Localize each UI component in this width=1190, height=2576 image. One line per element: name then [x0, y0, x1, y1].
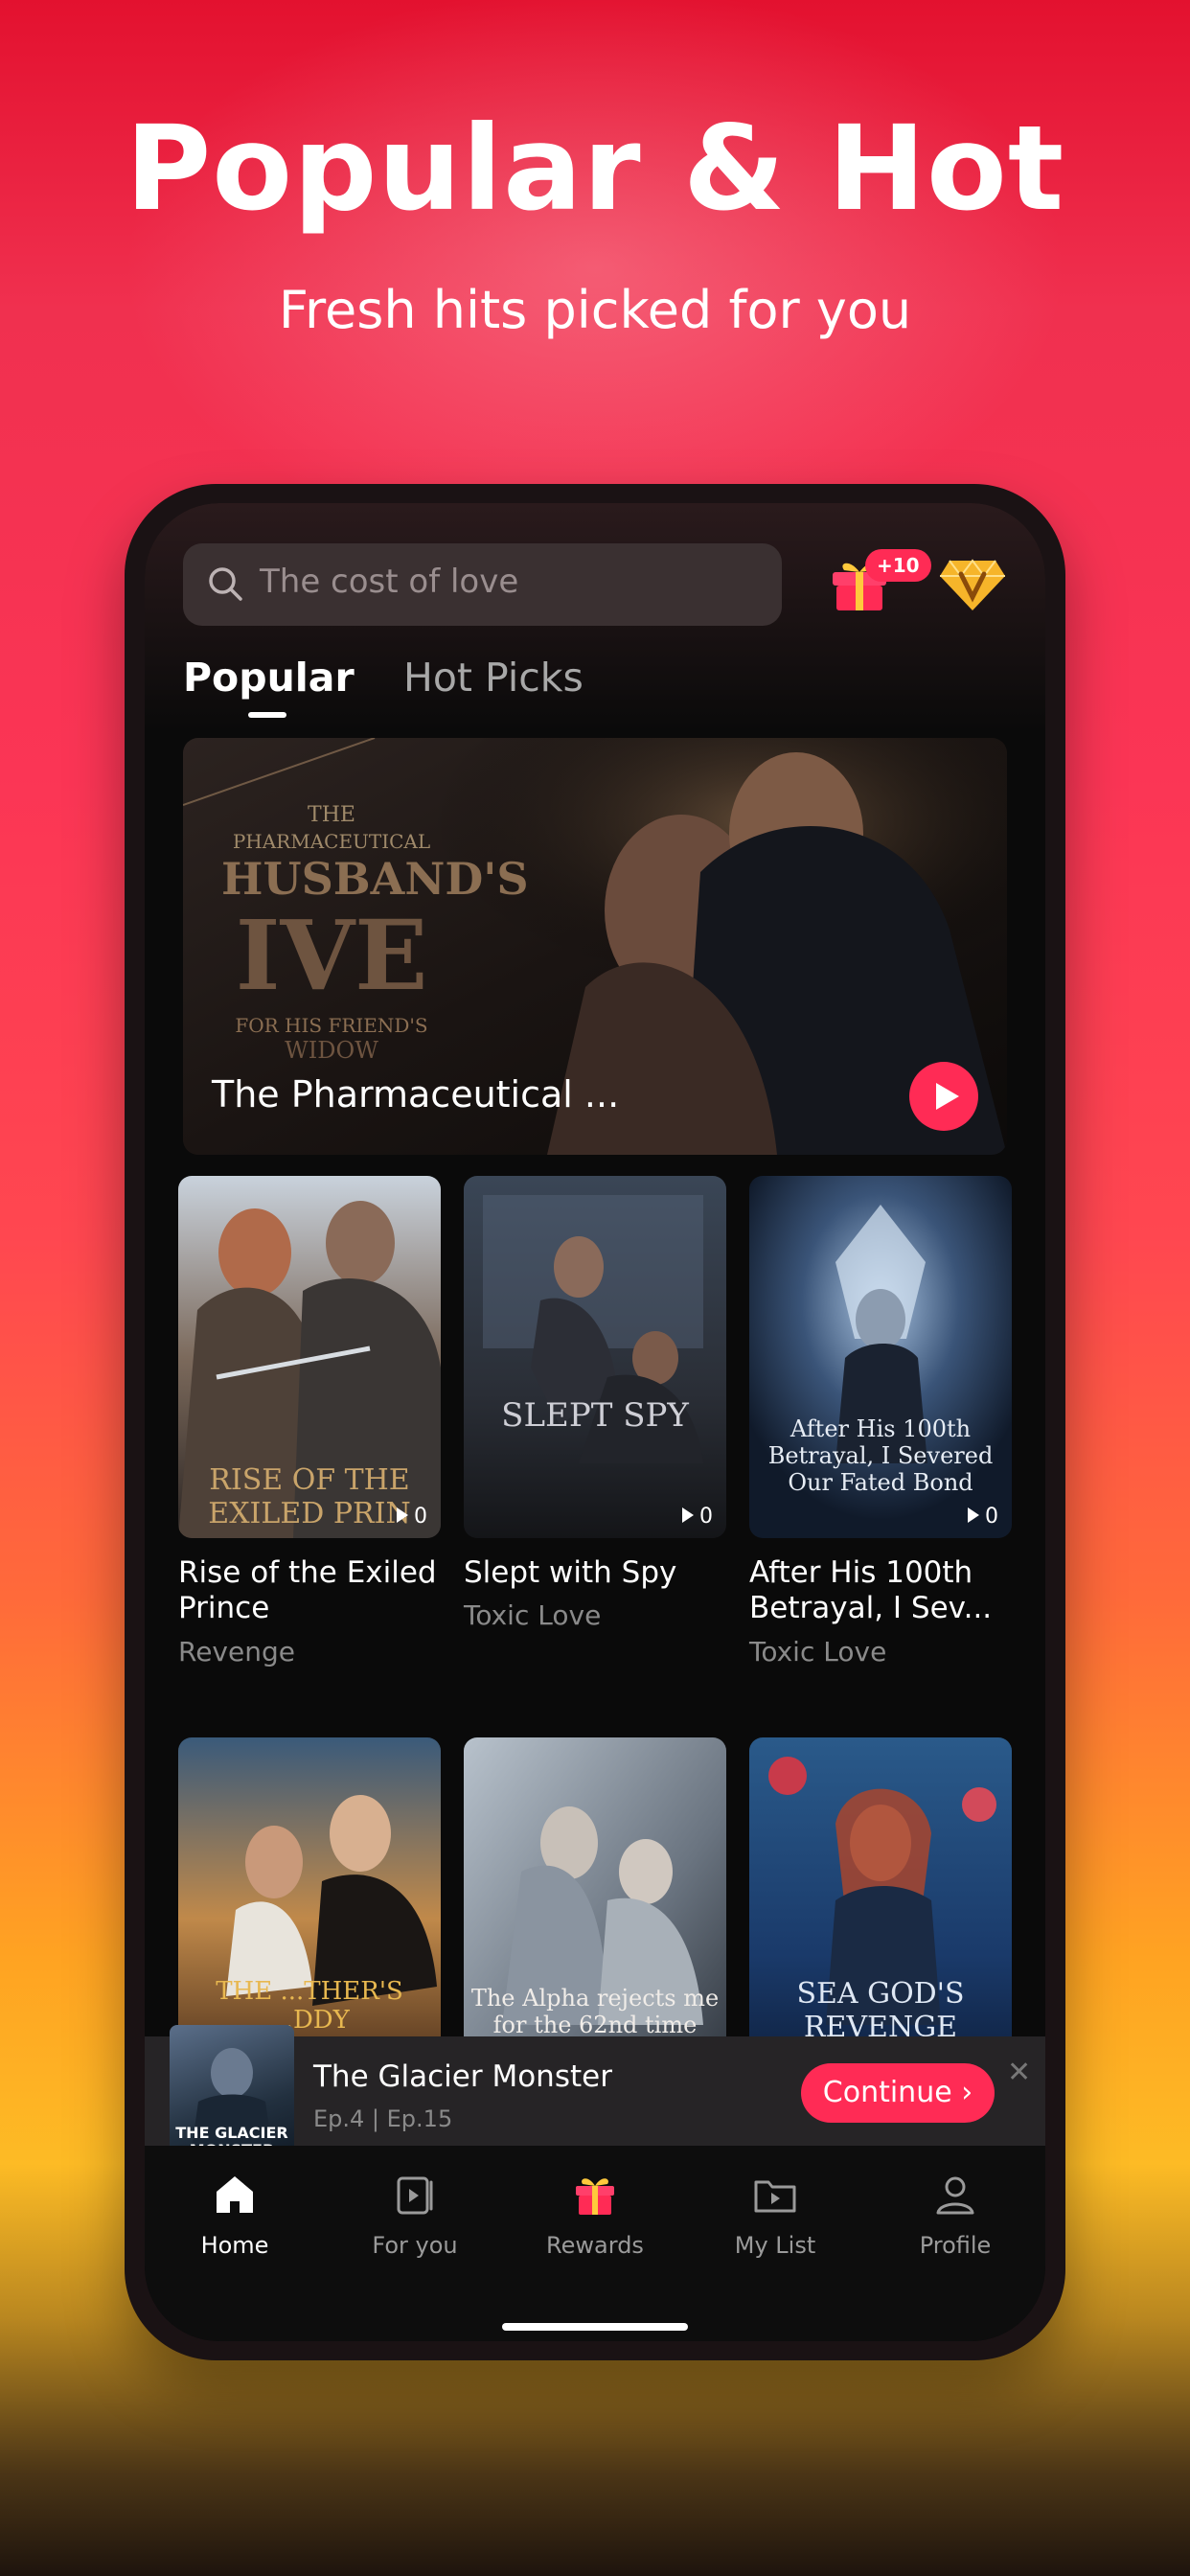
banner-cover-line1: THE — [308, 803, 355, 827]
home-indicator — [502, 2323, 688, 2331]
play-count-icon — [682, 1507, 694, 1523]
search-icon — [209, 567, 242, 601]
drama-cover: RISE OF THE EXILED PRIN 0 — [178, 1176, 441, 1538]
banner-cover-line5: FOR HIS FRIEND'S — [235, 1014, 428, 1037]
play-button[interactable] — [909, 1062, 978, 1131]
continue-title: The Glacier Monster — [313, 2059, 612, 2094]
play-icon — [936, 1083, 959, 1110]
nav-for-you[interactable]: For you — [325, 2171, 505, 2259]
continue-episodes: Ep.4 | Ep.15 — [313, 2105, 453, 2132]
drama-cover: After His 100th Betrayal, I Severed Our … — [749, 1176, 1012, 1538]
view-count: 0 — [968, 1505, 998, 1529]
drama-title: After His 100th Betrayal, I Sev... — [749, 1555, 993, 1625]
search-bar[interactable]: The cost of love — [183, 543, 782, 626]
chevron-right-icon: › — [961, 2076, 973, 2109]
hero-title: Popular & Hot — [125, 101, 1065, 237]
vip-gem-icon[interactable] — [938, 553, 1007, 614]
cover-art — [464, 1176, 726, 1538]
continue-button[interactable]: Continue › — [801, 2063, 995, 2123]
drama-genre: Toxic Love — [464, 1599, 602, 1631]
app-screen: The cost of love +10 Popular Hot Picks T… — [145, 503, 1045, 2341]
nav-my-list[interactable]: My List — [685, 2171, 865, 2259]
home-icon — [217, 2176, 253, 2213]
cover-title-text: SLEPT SPY — [501, 1396, 689, 1435]
banner-cover-line6: WIDOW — [285, 1037, 378, 1064]
drama-genre: Revenge — [178, 1636, 295, 1668]
nav-home[interactable]: Home — [145, 2171, 325, 2259]
profile-icon — [936, 2176, 974, 2215]
view-count: 0 — [397, 1505, 427, 1529]
nav-profile[interactable]: Profile — [865, 2171, 1045, 2259]
for-you-icon — [397, 2176, 433, 2215]
banner-cover-line3: HUSBAND'S — [221, 853, 529, 905]
drama-cover: SLEPT SPY 0 — [464, 1176, 726, 1538]
rewards-gift-icon — [576, 2178, 614, 2215]
hero-subtitle: Fresh hits picked for you — [278, 280, 912, 340]
featured-banner[interactable]: THE PHARMACEUTICAL HUSBAND'S IVE FOR HIS… — [183, 738, 1007, 1155]
tab-popular[interactable]: Popular — [183, 655, 355, 701]
drama-title: Slept with Spy — [464, 1555, 677, 1590]
drama-genre: Toxic Love — [749, 1636, 887, 1668]
banner-title: The Pharmaceutical ... — [212, 1073, 620, 1116]
tab-hot-picks[interactable]: Hot Picks — [403, 655, 584, 701]
my-list-icon — [754, 2180, 796, 2213]
cover-title-text: The Alpha rejects me for the 62nd time — [470, 1985, 720, 2038]
banner-cover-line4: IVE — [235, 899, 428, 1012]
gift-badge: +10 — [865, 549, 931, 582]
bottom-nav: Home For you Rewards My List Profile — [145, 2146, 1045, 2341]
close-icon[interactable]: ✕ — [1007, 2056, 1031, 2089]
cover-title-text: SEA GOD'S REVENGE — [796, 1977, 965, 2044]
continue-watching-bar[interactable]: THE GLACIER MONSTER The Glacier Monster … — [145, 2025, 1045, 2169]
drama-title: Rise of the Exiled Prince — [178, 1555, 437, 1625]
nav-rewards[interactable]: Rewards — [505, 2171, 685, 2259]
cover-title-text: After His 100th Betrayal, I Severed Our … — [767, 1415, 994, 1496]
play-count-icon — [968, 1507, 979, 1523]
play-count-icon — [397, 1507, 408, 1523]
banner-cover-line2: PHARMACEUTICAL — [232, 830, 431, 853]
view-count: 0 — [682, 1505, 713, 1529]
search-placeholder: The cost of love — [260, 563, 519, 601]
active-tab-indicator — [248, 712, 286, 718]
